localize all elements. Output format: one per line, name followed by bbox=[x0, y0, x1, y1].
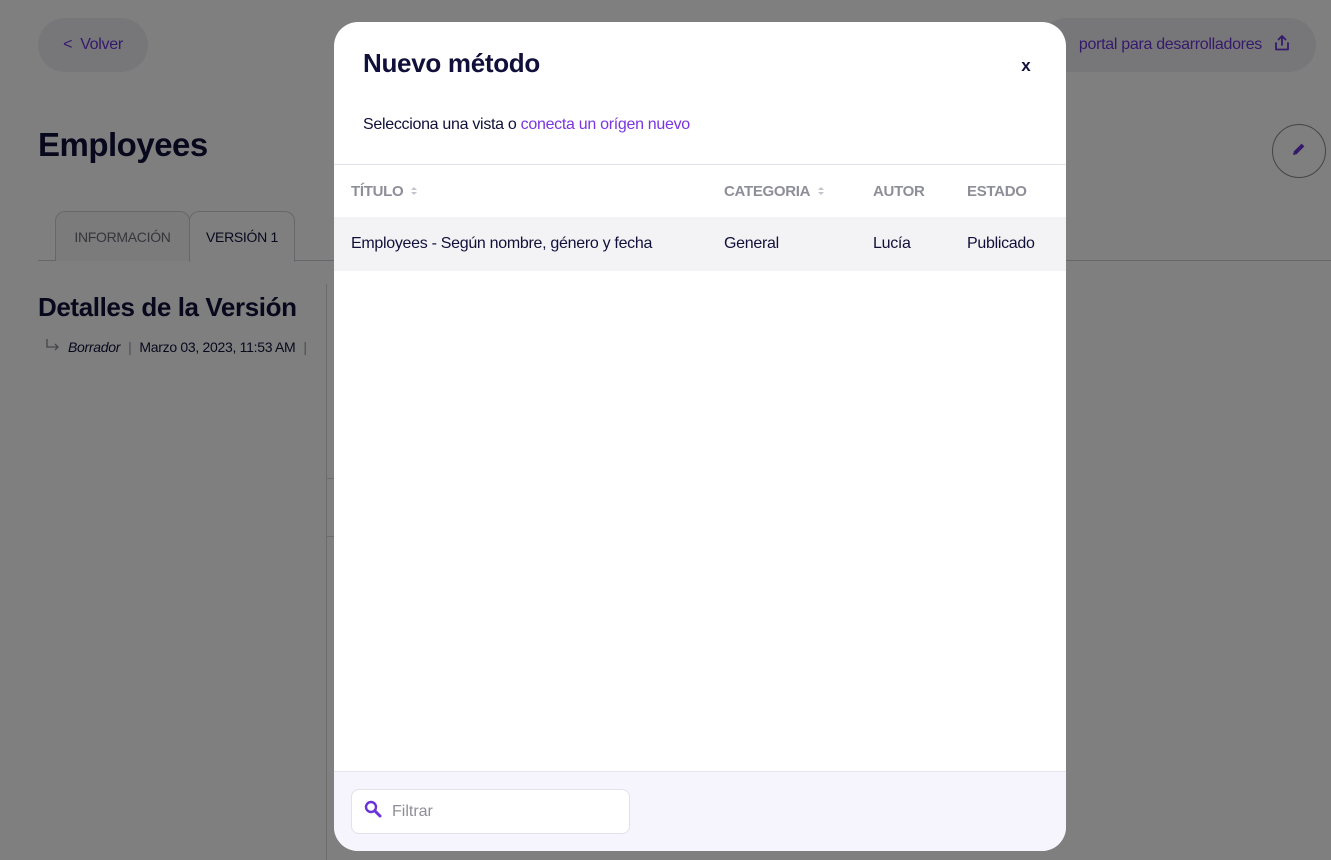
cell-status: Publicado bbox=[967, 235, 1035, 252]
cell-category: General bbox=[724, 235, 779, 252]
column-label: TÍTULO bbox=[351, 182, 404, 200]
close-icon[interactable]: x bbox=[1014, 54, 1038, 78]
sort-icon bbox=[818, 187, 825, 195]
modal-title: Nuevo método bbox=[363, 48, 540, 78]
cell-author: Lucía bbox=[873, 235, 911, 252]
subtitle-text: Selecciona una vista o bbox=[363, 116, 517, 133]
filter-input[interactable] bbox=[392, 802, 612, 821]
sort-icon bbox=[411, 187, 418, 195]
column-header-estado: ESTADO bbox=[967, 165, 1027, 217]
table-row[interactable]: Employees - Según nombre, género y fecha… bbox=[334, 217, 1066, 271]
column-header-categoria[interactable]: CATEGORIA bbox=[724, 165, 825, 217]
column-header-titulo[interactable]: TÍTULO bbox=[351, 165, 418, 217]
column-label: AUTOR bbox=[873, 182, 925, 200]
views-table: TÍTULO CATEGORIA AUTOR ESTADO Employees … bbox=[334, 164, 1066, 271]
column-label: ESTADO bbox=[967, 182, 1027, 200]
new-method-modal: Nuevo método x Selecciona una vista o co… bbox=[334, 22, 1066, 851]
modal-footer bbox=[334, 771, 1066, 851]
column-label: CATEGORIA bbox=[724, 182, 811, 200]
filter-field[interactable] bbox=[351, 789, 630, 834]
cell-title: Employees - Según nombre, género y fecha bbox=[351, 235, 653, 252]
connect-new-source-link[interactable]: conecta un orígen nuevo bbox=[521, 116, 691, 133]
modal-subtitle: Selecciona una vista o conecta un orígen… bbox=[363, 116, 690, 134]
table-header: TÍTULO CATEGORIA AUTOR ESTADO bbox=[334, 165, 1066, 217]
column-header-autor: AUTOR bbox=[873, 165, 925, 217]
search-icon bbox=[364, 800, 382, 823]
